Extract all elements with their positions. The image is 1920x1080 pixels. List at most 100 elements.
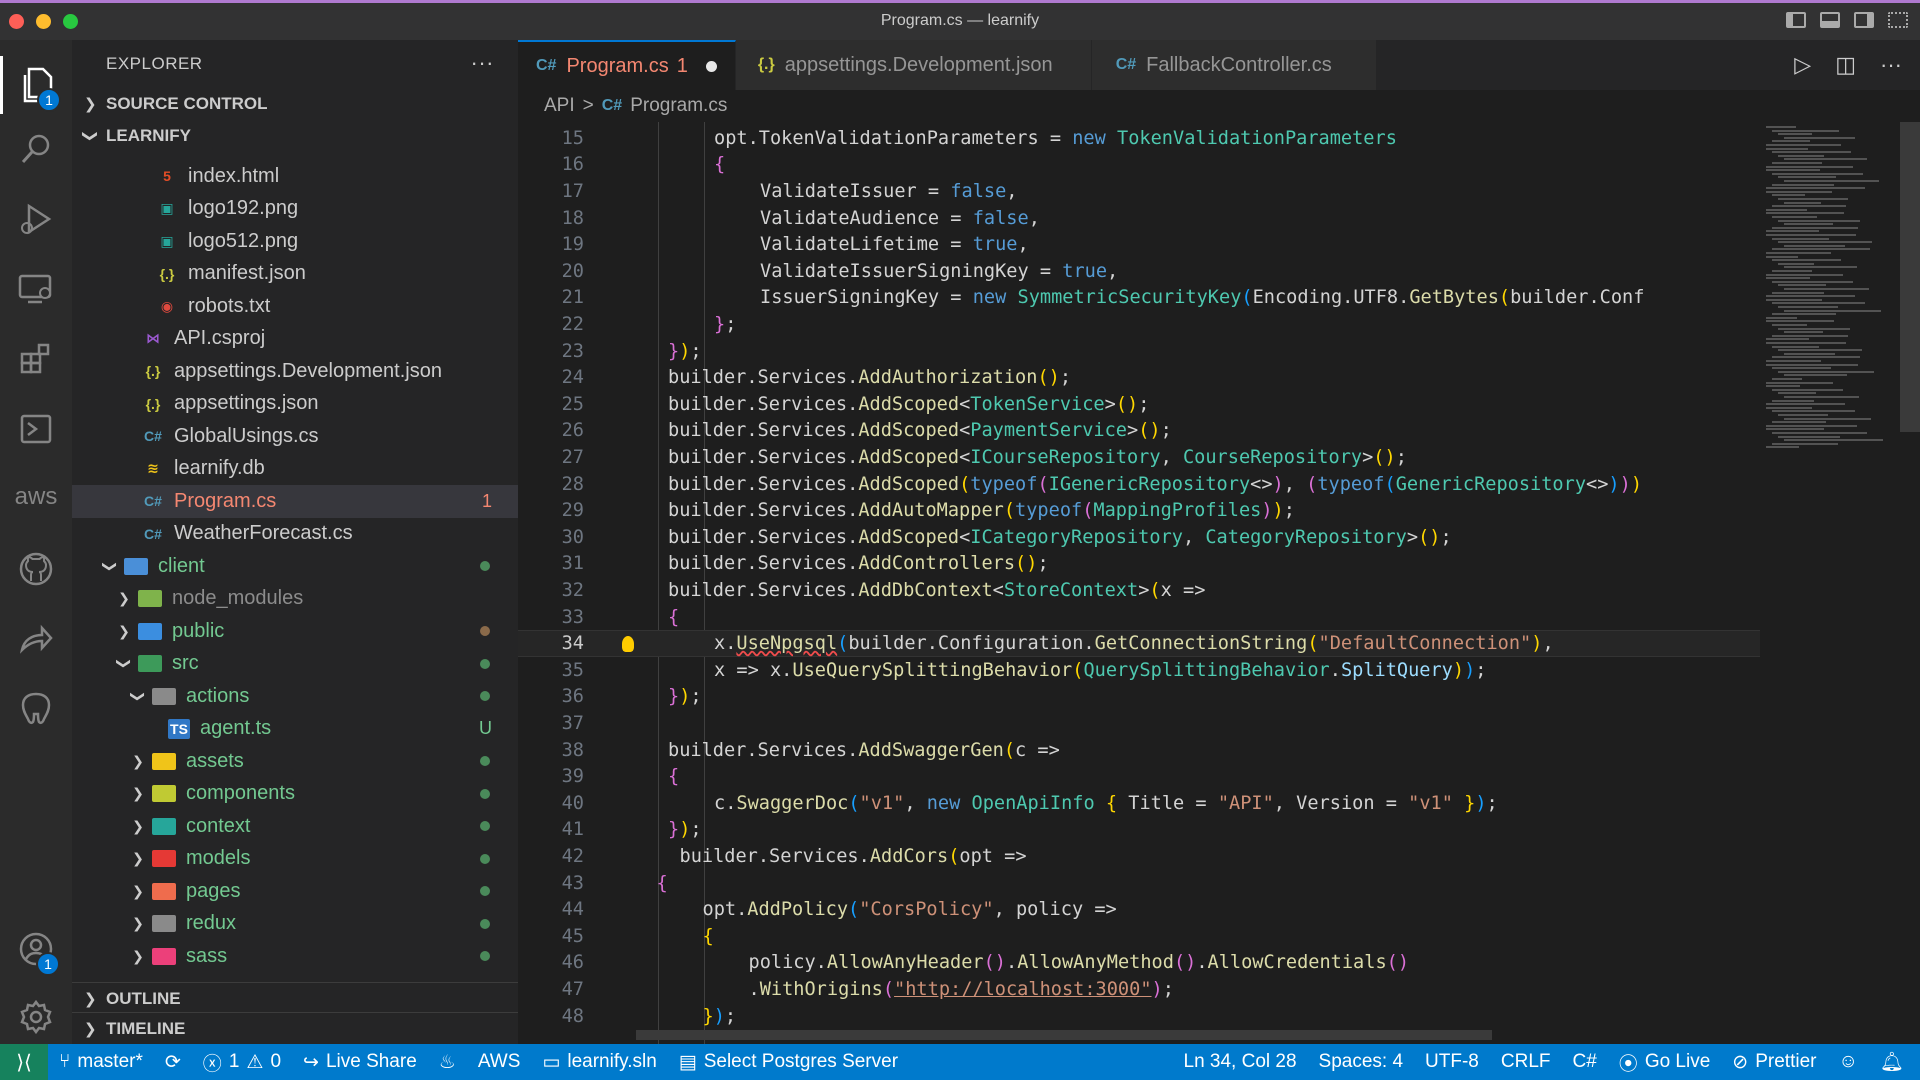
split-editor-icon[interactable]: ◫ <box>1835 52 1856 78</box>
tree-folder-components[interactable]: ❯ components <box>72 778 518 811</box>
breadcrumb-file[interactable]: Program.cs <box>630 95 727 117</box>
tree-folder-src[interactable]: ❯ src <box>72 648 518 681</box>
code-line[interactable]: 45 { <box>518 923 1760 950</box>
feedback-icon[interactable]: ☺ <box>1827 1051 1868 1073</box>
code-line[interactable]: 46 policy.AllowAnyHeader().AllowAnyMethod… <box>518 950 1760 977</box>
code-line[interactable]: 48}); <box>518 1003 1760 1030</box>
breadcrumb-folder[interactable]: API <box>544 95 575 117</box>
code-line[interactable]: 41}); <box>518 817 1760 844</box>
code-line[interactable]: 27 builder.Services.AddScoped<ICourseRepo… <box>518 444 1760 471</box>
code-line[interactable]: 44 opt.AddPolicy("CorsPolicy", policy => <box>518 896 1760 923</box>
go-live-button[interactable]: ⦿ Go Live <box>1608 1049 1722 1076</box>
tree-item-appsettings[interactable]: {.} appsettings.json <box>72 388 518 421</box>
code-line[interactable]: 36}); <box>518 684 1760 711</box>
code-line[interactable]: 37 <box>518 710 1760 737</box>
code-line[interactable]: 38 builder.Services.AddSwaggerGen(c => <box>518 737 1760 764</box>
lightbulb-icon[interactable] <box>622 636 634 653</box>
scrollbar-thumb[interactable] <box>1900 122 1920 432</box>
tree-item-logo192[interactable]: ▣ logo192.png <box>72 193 518 226</box>
notifications-bell-icon[interactable]: 🔔︎ <box>1869 1050 1920 1074</box>
live-share-button[interactable]: ↪ Live Share <box>292 1051 428 1074</box>
code-line[interactable]: 34 x.UseNpgsql(builder.Configuration.GetC… <box>518 630 1760 657</box>
tree-item-manifest-json[interactable]: {.} manifest.json <box>72 258 518 291</box>
flame-icon[interactable]: ♨ <box>428 1051 467 1074</box>
tree-folder-client[interactable]: ❯ client <box>72 550 518 583</box>
postgres-icon[interactable] <box>0 680 72 738</box>
source-control-section[interactable]: ❯ SOURCE CONTROL <box>72 88 518 120</box>
explorer-icon[interactable]: 1 <box>0 56 72 114</box>
tree-item-program-cs[interactable]: C# Program.cs 1 <box>72 485 518 518</box>
search-icon[interactable] <box>0 120 72 178</box>
code-line[interactable]: 30 builder.Services.AddScoped<ICategoryRe… <box>518 524 1760 551</box>
code-line[interactable]: 15 opt.TokenValidationParameters = new To… <box>518 125 1760 152</box>
tab-fallbackcontroller[interactable]: C# FallbackController.cs <box>1091 40 1377 90</box>
code-line[interactable]: 20 ValidateIssuerSigningKey = true, <box>518 258 1760 285</box>
tree-item-globalusings[interactable]: C# GlobalUsings.cs <box>72 420 518 453</box>
solution-button[interactable]: ▭ learnify.sln <box>531 1051 667 1074</box>
code-line[interactable]: 26 builder.Services.AddScoped<PaymentServ… <box>518 418 1760 445</box>
timeline-section[interactable]: ❯ TIMELINE <box>72 1012 518 1044</box>
live-share-icon[interactable] <box>0 610 72 668</box>
project-section[interactable]: ❯ LEARNIFY <box>72 120 518 152</box>
prettier-button[interactable]: ⊘ Prettier <box>1721 1051 1827 1074</box>
code-line[interactable]: 22}; <box>518 311 1760 338</box>
more-actions-icon[interactable]: ··· <box>471 50 494 76</box>
tree-folder-node-modules[interactable]: ❯ node_modules <box>72 583 518 616</box>
code-line[interactable]: 25 builder.Services.AddScoped<TokenServic… <box>518 391 1760 418</box>
accounts-icon[interactable]: 1 <box>0 920 72 978</box>
code-line[interactable]: 43 { <box>518 870 1760 897</box>
code-line[interactable]: 32 builder.Services.AddDbContext<StoreCon… <box>518 577 1760 604</box>
problems-indicator[interactable]: ⓧ 1 ⚠ 0 <box>192 1049 292 1076</box>
line-endings[interactable]: CRLF <box>1490 1051 1562 1073</box>
settings-gear-icon[interactable] <box>0 988 72 1046</box>
tree-item-index-html[interactable]: 5 index.html <box>72 160 518 193</box>
tree-folder-actions[interactable]: ❯ actions <box>72 680 518 713</box>
code-line[interactable]: 23}); <box>518 338 1760 365</box>
code-line[interactable]: 40 c.SwaggerDoc("v1", new OpenApiInfo { T… <box>518 790 1760 817</box>
git-branch[interactable]: ⑂ master* <box>48 1051 154 1073</box>
tree-folder-redux[interactable]: ❯ redux <box>72 908 518 941</box>
tree-item-logo512[interactable]: ▣ logo512.png <box>72 225 518 258</box>
remote-indicator-icon[interactable]: ⟩⟨ <box>0 1044 48 1080</box>
code-line[interactable]: 19 ValidateLifetime = true, <box>518 231 1760 258</box>
tree-folder-context[interactable]: ❯ context <box>72 810 518 843</box>
sync-icon[interactable]: ⟳ <box>154 1051 192 1074</box>
cursor-position[interactable]: Ln 34, Col 28 <box>1173 1051 1308 1073</box>
code-line[interactable]: 29 builder.Services.AddAutoMapper(typeof(… <box>518 497 1760 524</box>
tree-item-api-csproj[interactable]: ⋈ API.csproj <box>72 323 518 356</box>
tree-folder-pages[interactable]: ❯ pages <box>72 875 518 908</box>
github-icon[interactable] <box>0 540 72 598</box>
code-line[interactable]: 18 ValidateAudience = false, <box>518 205 1760 232</box>
run-icon[interactable]: ▷ <box>1794 52 1811 78</box>
vertical-scrollbar[interactable] <box>1900 122 1920 1044</box>
postgres-server-button[interactable]: ▤ Select Postgres Server <box>668 1051 909 1074</box>
code-line[interactable]: 42 builder.Services.AddCors(opt => <box>518 843 1760 870</box>
code-line[interactable]: 33 { <box>518 604 1760 631</box>
outline-section[interactable]: ❯ OUTLINE <box>72 982 518 1014</box>
toggle-panel-icon[interactable] <box>1820 12 1840 28</box>
code-line[interactable]: 17 ValidateIssuer = false, <box>518 178 1760 205</box>
code-line[interactable]: 35 x => x.UseQuerySplittingBehavior(Query… <box>518 657 1760 684</box>
tree-folder-public[interactable]: ❯ public <box>72 615 518 648</box>
tree-folder-assets[interactable]: ❯ assets <box>72 745 518 778</box>
tree-item-appsettings-dev[interactable]: {.} appsettings.Development.json <box>72 355 518 388</box>
terminal-icon[interactable] <box>0 400 72 458</box>
toggle-sidebar-icon[interactable] <box>1786 12 1806 28</box>
code-line[interactable]: 39 { <box>518 763 1760 790</box>
tree-item-robots-txt[interactable]: ◉ robots.txt <box>72 290 518 323</box>
tree-item-agent-ts[interactable]: TS agent.ts U <box>72 713 518 746</box>
remote-explorer-icon[interactable] <box>0 260 72 318</box>
language-mode[interactable]: C# <box>1562 1051 1608 1073</box>
tree-item-weatherforecast[interactable]: C# WeatherForecast.cs <box>72 518 518 551</box>
tab-program-cs[interactable]: C# Program.cs 1 <box>518 40 736 90</box>
code-line[interactable]: 28 builder.Services.AddScoped(typeof(IGen… <box>518 471 1760 498</box>
horizontal-scrollbar[interactable] <box>636 1030 1492 1040</box>
tree-folder-models[interactable]: ❯ models <box>72 843 518 876</box>
code-line[interactable]: 47 .WithOrigins("http://localhost:3000"); <box>518 976 1760 1003</box>
toggle-secondary-sidebar-icon[interactable] <box>1854 12 1874 28</box>
code-line[interactable]: 31 builder.Services.AddControllers(); <box>518 551 1760 578</box>
aws-button[interactable]: AWS <box>467 1051 532 1073</box>
more-actions-icon[interactable]: ··· <box>1880 52 1902 78</box>
tree-item-learnify-db[interactable]: ≋ learnify.db <box>72 453 518 486</box>
tab-appsettings-dev[interactable]: {.} appsettings.Development.json <box>735 40 1092 90</box>
